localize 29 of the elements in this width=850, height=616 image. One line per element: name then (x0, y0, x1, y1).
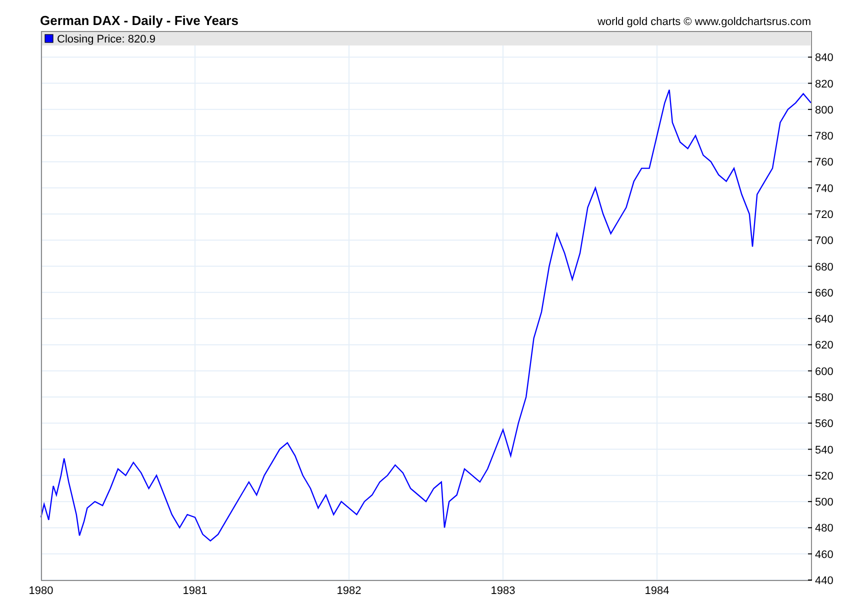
y-tick-label: 560 (815, 418, 834, 430)
y-tick-label: 620 (815, 340, 834, 352)
y-tick-label: 660 (815, 287, 834, 300)
y-tick-label: 780 (815, 130, 834, 143)
y-tick-label: 440 (815, 575, 834, 587)
y-tick-label: 640 (815, 314, 834, 326)
legend-label: Closing Price: 820.9 (57, 34, 156, 46)
x-tick-label: 1983 (490, 585, 516, 597)
y-tick-label: 460 (815, 548, 834, 561)
y-tick-label: 600 (815, 366, 834, 378)
y-tick-label: 540 (815, 444, 834, 456)
credit-text: world gold charts © www.goldchartsrus.com (597, 16, 811, 28)
y-tick-label: 720 (815, 209, 834, 221)
y-tick-label: 840 (815, 52, 834, 64)
x-tick-label: 1981 (182, 585, 208, 597)
x-tick-label: 1984 (644, 585, 670, 597)
x-tick-label: 1980 (28, 585, 54, 597)
x-tick-label: 1982 (336, 585, 362, 597)
y-tick-label: 760 (815, 156, 834, 169)
y-tick-label: 800 (815, 104, 834, 116)
y-tick-label: 520 (815, 470, 834, 482)
y-tick-label: 740 (815, 182, 834, 195)
y-tick-label: 820 (815, 78, 834, 90)
y-tick-label: 680 (815, 261, 834, 274)
y-tick-label: 500 (815, 496, 834, 509)
y-tick-label: 580 (815, 392, 834, 404)
y-tick-label: 480 (815, 522, 834, 535)
y-tick-label: 700 (815, 235, 834, 248)
chart-title: German DAX - Daily - Five Years (40, 13, 238, 28)
